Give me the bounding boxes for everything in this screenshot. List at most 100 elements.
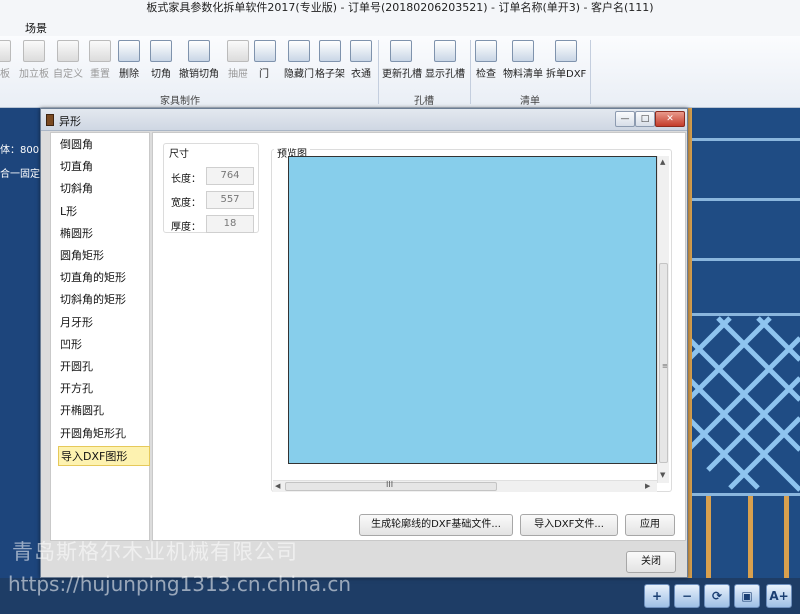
drawer-icon — [227, 40, 249, 62]
shape-list-item[interactable]: 倒圆角 — [60, 135, 150, 155]
custom-icon — [57, 40, 79, 62]
door-app-icon — [46, 114, 54, 126]
shape-list-item[interactable]: 切斜角 — [60, 179, 150, 199]
hidden-door-icon — [288, 40, 310, 62]
ribbon-button-drawer[interactable]: 抽屉 — [225, 40, 251, 88]
shape-list-item[interactable]: 圆角矩形 — [60, 246, 150, 266]
tab-scene[interactable]: 场景 — [25, 20, 47, 36]
undo-chamfer-icon — [188, 40, 210, 62]
ribbon-button-delete[interactable]: 删除 — [116, 40, 142, 88]
apply-button[interactable]: 应用 — [625, 514, 675, 536]
scroll-up-arrow[interactable]: ▲ — [660, 158, 665, 166]
shape-list-item[interactable]: 切直角的矩形 — [60, 268, 150, 288]
scroll-down-arrow[interactable]: ▼ — [660, 471, 665, 479]
ribbon-separator — [590, 40, 591, 104]
chamfer-icon — [150, 40, 172, 62]
thickness-field[interactable]: 18 — [206, 215, 254, 233]
shape-list-item[interactable]: 开圆角矩形孔 — [60, 424, 150, 444]
ribbon-button-chamfer[interactable]: 切角 — [148, 40, 174, 88]
delete-icon — [118, 40, 140, 62]
shape-list-item[interactable]: 椭圆形 — [60, 224, 150, 244]
font-increase-button[interactable]: A+ — [766, 584, 792, 608]
panel-info-line: 合一固定 — [0, 169, 40, 180]
ribbon-button-dxf-export[interactable]: 拆单DXF — [546, 40, 586, 88]
shape-list-item[interactable]: 导入DXF图形 — [58, 445, 150, 466]
scroll-left-arrow[interactable]: ◀ — [275, 482, 280, 490]
group-list: 清单 — [520, 96, 540, 107]
horizontal-scroll-thumb[interactable]: III — [285, 480, 497, 491]
ribbon-button-label: 检查 — [476, 69, 496, 80]
size-legend: 尺寸 — [166, 145, 192, 160]
ribbon-button-lattice-rack[interactable]: 格子架 — [315, 40, 345, 88]
rotate-view-button[interactable]: ⟳ — [704, 584, 730, 608]
ribbon-button-check[interactable]: 检查 — [473, 40, 499, 88]
clothes-rail-icon — [350, 40, 372, 62]
ribbon-button-board[interactable]: 层板 — [0, 40, 14, 88]
shape-list-item[interactable]: 开椭圆孔 — [60, 401, 150, 421]
ribbon-button-label: 层板 — [0, 69, 10, 80]
special-shape-dialog: 异形 — □ ✕ 倒圆角 切直角 切斜角 L形 椭圆形 圆角矩形 切直角的矩形 切斜角的矩形月… — [40, 108, 688, 578]
ribbon-separator — [378, 40, 379, 104]
ribbon-button-show-holes[interactable]: 显示孔槽 — [425, 40, 465, 88]
close-window-button[interactable]: ✕ — [655, 111, 685, 127]
shape-list-item[interactable]: 凹形 — [60, 335, 150, 355]
shape-list: 倒圆角 切直角 切斜角 L形 椭圆形 圆角矩形 切直角的矩形 切斜角的矩形 月牙形 凹形 开圆孔 开方… — [50, 132, 150, 541]
ribbon-button-undo-chamfer[interactable]: 撤销切角 — [177, 40, 221, 88]
ribbon-button-add-panel[interactable]: 加立板 — [18, 40, 50, 88]
group-holes: 孔槽 — [414, 96, 434, 107]
import-dxf-file-button[interactable]: 导入DXF文件... — [520, 514, 618, 536]
close-dialog-button[interactable]: 关闭 — [626, 551, 676, 573]
ribbon-button-label: 门 — [259, 69, 269, 80]
shape-settings-panel: 尺寸 长度： 764 宽度： 557 厚度： 18 预览图 ▲ ≡ ▼ ◀ II… — [152, 132, 686, 541]
zoom-out-button[interactable]: − — [674, 584, 700, 608]
ribbon-button-bom[interactable]: 物料清单 — [503, 40, 543, 88]
scroll-right-arrow[interactable]: ▶ — [645, 482, 650, 490]
ribbon-button-clothes-rail[interactable]: 衣通 — [348, 40, 374, 88]
generate-contour-dxf-button[interactable]: 生成轮廓线的DXF基础文件... — [359, 514, 513, 536]
ribbon-button-label: 拆单DXF — [546, 69, 587, 80]
zoom-in-button[interactable]: + — [644, 584, 670, 608]
preview-horizontal-scrollbar[interactable]: ◀ III ▶ — [273, 480, 657, 492]
preview-canvas[interactable] — [288, 156, 657, 464]
ribbon-button-reset[interactable]: 重置 — [87, 40, 113, 88]
ribbon-button-label: 自定义 — [53, 69, 83, 80]
shape-list-item[interactable]: 开圆孔 — [60, 357, 150, 377]
shape-list-item[interactable]: 切直角 — [60, 157, 150, 177]
watermark-url: https://hujunping1313.cn.china.cn — [8, 572, 352, 596]
ribbon-separator — [470, 40, 471, 104]
watermark-company: 青岛斯格尔木业机械有限公司 — [12, 540, 298, 564]
width-field[interactable]: 557 — [206, 191, 254, 209]
lattice-rack-icon — [319, 40, 341, 62]
shape-list-item[interactable]: 切斜角的矩形 — [60, 290, 150, 310]
shape-list-item[interactable]: L形 — [60, 202, 150, 222]
update-holes-icon — [390, 40, 412, 62]
length-field[interactable]: 764 — [206, 167, 254, 185]
width-label: 宽度： — [171, 198, 201, 209]
shape-list-item[interactable]: 月牙形 — [60, 313, 150, 333]
check-icon — [475, 40, 497, 62]
reset-icon — [89, 40, 111, 62]
ribbon-button-door[interactable]: 门 — [254, 40, 276, 88]
ribbon-button-label: 抽屉 — [228, 69, 248, 80]
ribbon-button-label: 撤销切角 — [179, 69, 219, 80]
vertical-scroll-thumb[interactable]: ≡ — [659, 263, 668, 463]
bom-icon — [512, 40, 534, 62]
dialog-title: 异形 — [59, 115, 81, 128]
screenshot-button[interactable]: ▣ — [734, 584, 760, 608]
ribbon-button-label: 衣通 — [351, 69, 371, 80]
ribbon-button-custom[interactable]: 自定义 — [52, 40, 84, 88]
group-furniture-making: 家具制作 — [160, 96, 200, 107]
ribbon-button-label: 重置 — [90, 69, 110, 80]
ribbon-tabs: 场景 — [0, 18, 800, 36]
preview-vertical-scrollbar[interactable]: ▲ ≡ ▼ — [657, 156, 669, 483]
shape-list-item[interactable]: 开方孔 — [60, 379, 150, 399]
length-label: 长度： — [171, 174, 201, 185]
dialog-titlebar[interactable]: 异形 — □ ✕ — [41, 109, 687, 131]
door-icon — [254, 40, 276, 62]
ribbon-button-hidden-door[interactable]: 隐藏门 — [284, 40, 314, 88]
ribbon-button-update-holes[interactable]: 更新孔槽 — [382, 40, 422, 88]
cabinet-3d-view[interactable] — [688, 108, 800, 578]
maximize-button[interactable]: □ — [635, 111, 655, 127]
minimize-button[interactable]: — — [615, 111, 635, 127]
ribbon-button-label: 更新孔槽 — [382, 69, 422, 80]
